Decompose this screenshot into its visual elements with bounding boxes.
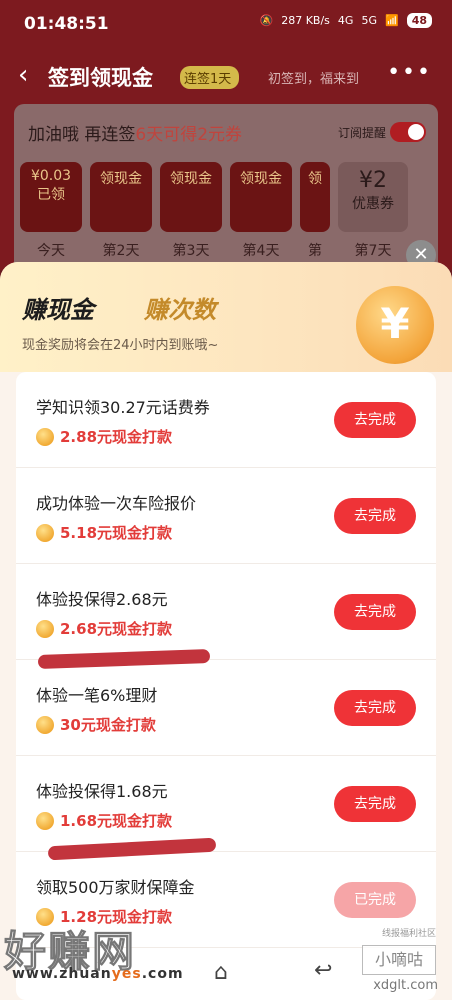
day-label: 第4天 xyxy=(242,243,280,259)
status-icons: 🔕 287 KB/s 4G 5G 📶 48 xyxy=(260,13,432,28)
task-name: 体验投保得2.68元 xyxy=(36,590,168,609)
chevron-left-icon[interactable]: ‹ xyxy=(18,60,28,90)
streak-badge: 连签1天 xyxy=(180,66,240,89)
task-name: 领取500万家财保障金 xyxy=(36,878,195,897)
coin-icon: ¥ xyxy=(356,286,434,364)
sign-day: 领现金 第3天 xyxy=(160,162,222,260)
coin-icon xyxy=(36,619,54,638)
status-time: 01:48:51 xyxy=(24,14,109,34)
signal-4g: 4G xyxy=(337,14,354,27)
task-list: 学知识领30.27元话费券 2.88元现金打款 去完成 成功体验一次车险报价 5… xyxy=(16,372,436,1000)
task-reward: 2.68元现金打款 xyxy=(36,618,172,639)
sign-headline: 加油哦 再连签6天可得2元券 xyxy=(28,120,242,145)
coupon-packet: ¥2 优惠券 xyxy=(338,162,408,232)
sign-day: 领 第 xyxy=(300,162,330,260)
subscribe-toggle[interactable] xyxy=(390,122,426,142)
net-speed: 287 KB/s xyxy=(281,14,330,27)
day-label: 今天 xyxy=(37,243,65,259)
task-reward: 1.68元现金打款 xyxy=(36,810,172,831)
back-nav-icon[interactable]: ↩ xyxy=(314,958,332,983)
status-bar: 01:48:51 🔕 287 KB/s 4G 5G 📶 48 xyxy=(0,0,452,48)
task-item: 体验一笔6%理财 30元现金打款 去完成 xyxy=(16,660,436,756)
sign-day: 领现金 第2天 xyxy=(90,162,152,260)
sign-day: ¥0.03 已领 今天 xyxy=(20,162,82,260)
red-packet: 领现金 xyxy=(230,162,292,232)
coin-icon xyxy=(36,523,54,542)
reward-note: 现金奖励将会在24小时内到账哦~ xyxy=(22,338,219,353)
task-reward: 30元现金打款 xyxy=(36,714,156,735)
task-item: 体验投保得1.68元 1.68元现金打款 去完成 xyxy=(16,756,436,852)
go-complete-button[interactable]: 去完成 xyxy=(334,498,416,534)
coin-icon xyxy=(36,811,54,830)
headline-reward: 2元券 xyxy=(197,125,243,145)
mute-icon: 🔕 xyxy=(259,14,274,27)
subscribe-label: 订阅提醒 xyxy=(337,126,386,140)
day-label: 第7天 xyxy=(354,243,392,259)
watermark-box: 小嘀咕 xyxy=(362,945,436,975)
sign-day: 领现金 第4天 xyxy=(230,162,292,260)
sign-day: ¥2 优惠券 第7天 xyxy=(338,162,408,260)
go-complete-button[interactable]: 去完成 xyxy=(334,786,416,822)
completed-button[interactable]: 已完成 xyxy=(334,882,416,918)
task-item: 学知识领30.27元话费券 2.88元现金打款 去完成 xyxy=(16,372,436,468)
go-complete-button[interactable]: 去完成 xyxy=(334,690,416,726)
day-label: 第3天 xyxy=(172,243,210,259)
task-name: 体验投保得1.68元 xyxy=(36,782,168,801)
signal-5g: 5G xyxy=(361,14,377,27)
coin-icon xyxy=(36,427,54,446)
task-name: 体验一笔6%理财 xyxy=(36,686,158,705)
topbar-hint: 初签到，福来到 xyxy=(268,72,360,87)
tab-earn-cash[interactable]: 赚现金 xyxy=(22,290,112,327)
headline-mid: 再连签 xyxy=(84,125,136,145)
top-bar: ‹ 签到领现金 连签1天 初签到，福来到 ••• xyxy=(0,52,452,100)
headline-prefix: 加油哦 xyxy=(28,125,79,145)
red-packet: 领 xyxy=(300,162,330,232)
watermark-url: www.zhuanyes.com xyxy=(12,966,184,982)
coin-icon xyxy=(36,715,54,734)
sign-days: ¥0.03 已领 今天 领现金 第2天 领现金 第3天 领现金 第4天 领 第 ¥… xyxy=(20,162,408,260)
red-packet: 领现金 xyxy=(90,162,152,232)
red-packet: ¥0.03 已领 xyxy=(20,162,82,232)
watermark-right-url: xdglt.com xyxy=(373,978,438,993)
task-name: 学知识领30.27元话费券 xyxy=(36,398,210,417)
home-nav-icon[interactable]: ⌂ xyxy=(214,960,228,985)
task-name: 成功体验一次车险报价 xyxy=(36,494,197,513)
tab-earn-count[interactable]: 赚次数 xyxy=(144,290,216,325)
more-icon[interactable]: ••• xyxy=(387,60,432,85)
task-reward: 2.88元现金打款 xyxy=(36,426,172,447)
battery-indicator: 48 xyxy=(406,13,432,28)
day-label: 第2天 xyxy=(102,243,140,259)
task-item: 成功体验一次车险报价 5.18元现金打款 去完成 xyxy=(16,468,436,564)
headline-days: 6天可得 xyxy=(135,125,198,145)
go-complete-button[interactable]: 去完成 xyxy=(334,594,416,630)
task-reward: 5.18元现金打款 xyxy=(36,522,172,543)
sign-in-card: 加油哦 再连签6天可得2元券 订阅提醒 ¥0.03 已领 今天 领现金 第2天 领… xyxy=(14,104,438,274)
day-label: 第 xyxy=(308,243,322,259)
watermark-small: 线报福利社区 xyxy=(381,929,436,939)
red-packet: 领现金 xyxy=(160,162,222,232)
task-item: 体验投保得2.68元 2.68元现金打款 去完成 xyxy=(16,564,436,660)
go-complete-button[interactable]: 去完成 xyxy=(334,402,416,438)
wifi-icon: 📶 xyxy=(384,14,399,27)
page-title: 签到领现金 xyxy=(48,66,153,90)
